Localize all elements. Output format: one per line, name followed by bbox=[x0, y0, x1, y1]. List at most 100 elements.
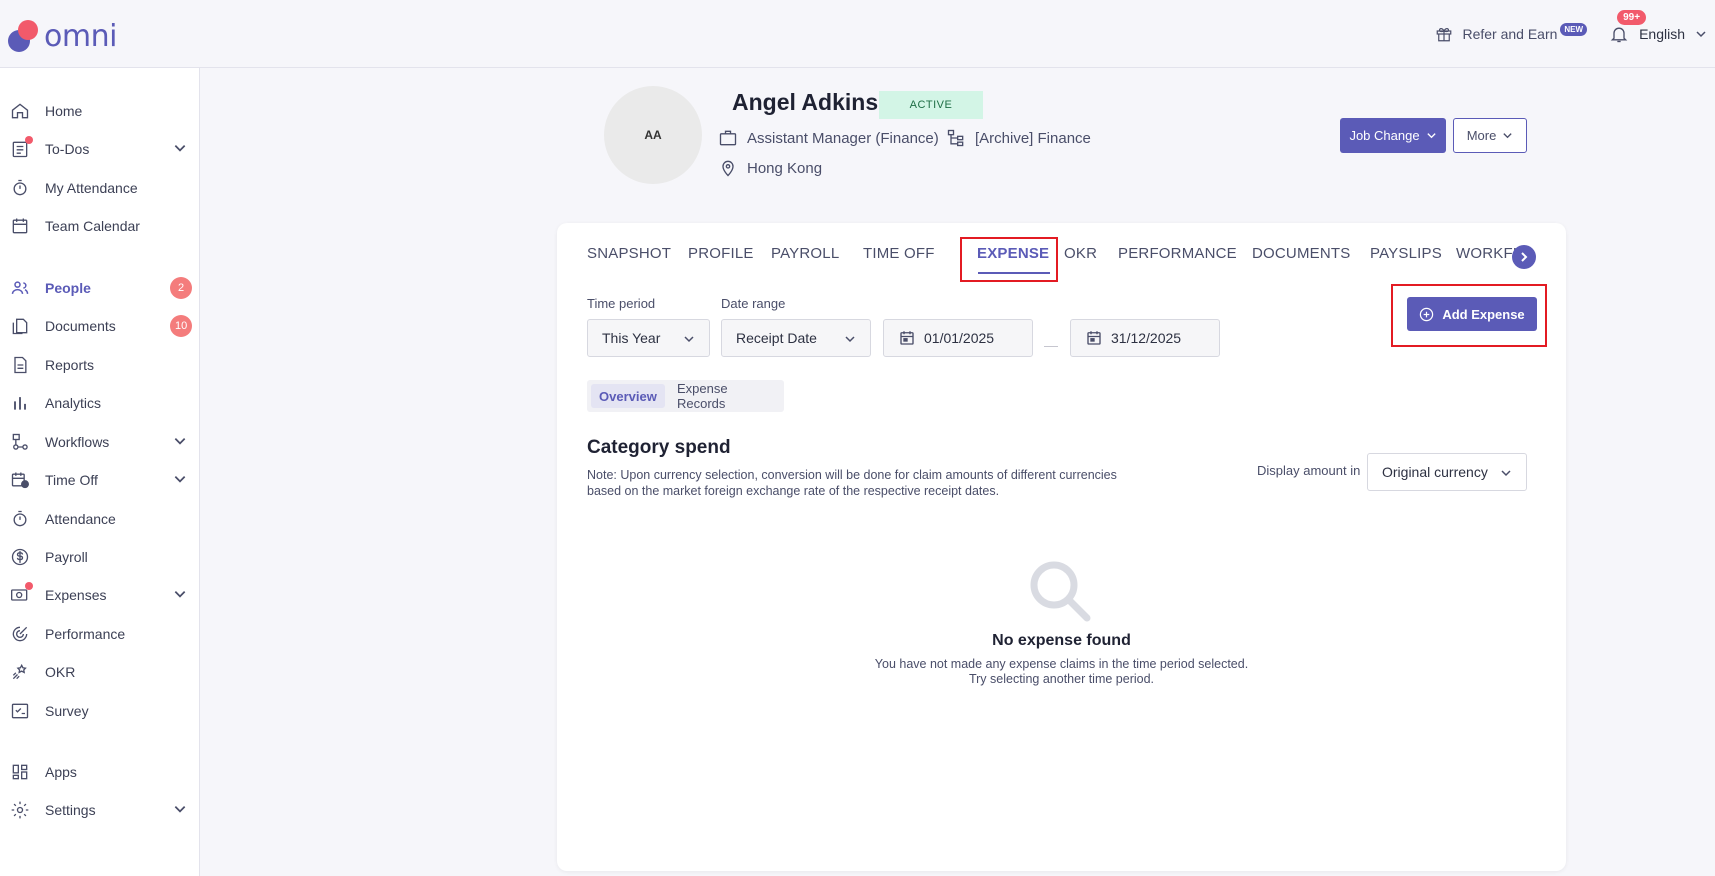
job-change-button[interactable]: Job Change bbox=[1340, 118, 1446, 153]
sidebar-item-home[interactable]: Home bbox=[0, 93, 199, 129]
chevron-down-icon bbox=[1501, 470, 1511, 477]
sidebar: Home To-Dos My Attendance Team Calendar … bbox=[0, 68, 200, 876]
empty-state-text: You have not made any expense claims in … bbox=[557, 657, 1566, 687]
time-period-value: This Year bbox=[602, 330, 661, 346]
sidebar-item-workflows[interactable]: Workflows bbox=[0, 424, 199, 460]
okr-icon bbox=[9, 661, 31, 683]
sidebar-item-label: Analytics bbox=[45, 395, 102, 411]
sidebar-item-label: People bbox=[45, 280, 91, 296]
employee-name: Angel Adkins bbox=[732, 89, 879, 115]
expense-card: SNAPSHOT PROFILE PAYROLL TIME OFF EXPENS… bbox=[557, 223, 1566, 871]
sidebar-item-label: My Attendance bbox=[45, 180, 138, 196]
report-icon bbox=[9, 354, 31, 376]
profile-tabs: SNAPSHOT PROFILE PAYROLL TIME OFF EXPENS… bbox=[587, 223, 1527, 285]
sidebar-item-label: Apps bbox=[45, 764, 77, 780]
calendar-icon bbox=[900, 331, 914, 345]
end-date-input[interactable]: 31/12/2025 bbox=[1070, 319, 1220, 357]
sidebar-item-performance[interactable]: Performance bbox=[0, 616, 199, 652]
currency-note-line-2: based on the market foreign exchange rat… bbox=[587, 484, 1000, 498]
notifications-button[interactable]: 99+ bbox=[1609, 10, 1647, 44]
sidebar-item-survey[interactable]: Survey bbox=[0, 693, 199, 729]
sidebar-item-label: Settings bbox=[45, 802, 96, 818]
currency-note: Note: Upon currency selection, conversio… bbox=[587, 467, 1147, 499]
survey-icon bbox=[9, 700, 31, 722]
sidebar-item-documents[interactable]: Documents 10 bbox=[0, 308, 199, 344]
date-range-value: Receipt Date bbox=[736, 330, 817, 346]
department-label: [Archive] Finance bbox=[975, 129, 1091, 147]
sidebar-item-todos[interactable]: To-Dos bbox=[0, 131, 199, 167]
sidebar-item-expenses[interactable]: Expenses bbox=[0, 577, 199, 613]
position-info: Assistant Manager (Finance) bbox=[718, 128, 939, 148]
chevron-down-icon bbox=[174, 438, 186, 445]
briefcase-icon bbox=[719, 130, 737, 146]
org-chart-icon bbox=[947, 129, 964, 147]
stopwatch-icon bbox=[9, 508, 31, 530]
time-period-label: Time period bbox=[587, 296, 656, 311]
location-pin-icon bbox=[722, 160, 734, 177]
sidebar-item-label: Workflows bbox=[45, 434, 110, 450]
avatar: AA bbox=[604, 86, 702, 184]
more-button[interactable]: More bbox=[1453, 118, 1527, 153]
calendar-icon bbox=[1087, 331, 1101, 345]
sidebar-item-okr[interactable]: OKR bbox=[0, 654, 199, 690]
category-spend-title: Category spend bbox=[587, 437, 731, 458]
chevron-down-icon bbox=[174, 145, 186, 152]
omni-logo[interactable]: omni bbox=[8, 20, 117, 54]
currency-note-line-1: Note: Upon currency selection, conversio… bbox=[587, 468, 1117, 482]
sidebar-item-label: Payroll bbox=[45, 549, 88, 565]
performance-icon bbox=[9, 623, 31, 645]
sidebar-item-reports[interactable]: Reports bbox=[0, 347, 199, 383]
tab-performance[interactable]: PERFORMANCE bbox=[1118, 245, 1237, 262]
end-date-value: 31/12/2025 bbox=[1111, 330, 1182, 346]
tab-okr[interactable]: OKR bbox=[1064, 245, 1097, 262]
tab-snapshot[interactable]: SNAPSHOT bbox=[587, 245, 671, 262]
sidebar-item-settings[interactable]: Settings bbox=[0, 792, 199, 828]
language-selector[interactable]: English bbox=[1639, 26, 1707, 42]
sidebar-item-apps[interactable]: Apps bbox=[0, 754, 199, 790]
chevron-down-icon bbox=[1503, 133, 1512, 139]
sidebar-item-label: Survey bbox=[45, 703, 89, 719]
sidebar-item-label: OKR bbox=[45, 664, 76, 680]
tab-profile[interactable]: PROFILE bbox=[688, 245, 754, 262]
empty-state-line-2: Try selecting another time period. bbox=[968, 672, 1155, 686]
sidebar-item-team-calendar[interactable]: Team Calendar bbox=[0, 208, 199, 244]
sidebar-item-my-attendance[interactable]: My Attendance bbox=[0, 170, 199, 206]
bell-icon bbox=[1610, 27, 1628, 43]
sidebar-item-label: Expenses bbox=[45, 587, 107, 603]
tabs-scroll-next-button[interactable] bbox=[1512, 245, 1536, 269]
chevron-down-icon bbox=[684, 336, 694, 343]
subtab-expense-records[interactable]: Expense Records bbox=[669, 381, 784, 411]
tab-payroll[interactable]: PAYROLL bbox=[771, 245, 839, 262]
logo-text: omni bbox=[44, 19, 117, 54]
location-label: Hong Kong bbox=[747, 159, 823, 177]
sidebar-item-attendance[interactable]: Attendance bbox=[0, 501, 199, 537]
date-separator: — bbox=[1044, 337, 1058, 353]
refer-and-earn-link[interactable]: Refer and Earn NEW bbox=[1435, 22, 1588, 43]
subtab-overview[interactable]: Overview bbox=[591, 384, 665, 408]
documents-count-badge: 10 bbox=[170, 315, 193, 337]
dollar-icon bbox=[9, 546, 31, 568]
top-bar: omni Refer and Earn NEW 99+ English bbox=[0, 0, 1715, 68]
date-range-select[interactable]: Receipt Date bbox=[721, 319, 871, 357]
tab-time-off[interactable]: TIME OFF bbox=[863, 245, 935, 262]
empty-state-line-1: You have not made any expense claims in … bbox=[874, 657, 1249, 671]
documents-icon bbox=[9, 315, 31, 337]
home-icon bbox=[9, 100, 31, 122]
sidebar-item-time-off[interactable]: Time Off bbox=[0, 462, 199, 498]
sidebar-item-analytics[interactable]: Analytics bbox=[0, 385, 199, 421]
sidebar-item-payroll[interactable]: Payroll bbox=[0, 539, 199, 575]
sidebar-item-label: Documents bbox=[45, 318, 116, 334]
workflow-icon bbox=[9, 431, 31, 453]
empty-state-title: No expense found bbox=[992, 632, 1131, 649]
search-empty-icon bbox=[1030, 561, 1091, 622]
tab-documents[interactable]: DOCUMENTS bbox=[1252, 245, 1350, 262]
start-date-input[interactable]: 01/01/2025 bbox=[883, 319, 1033, 357]
tab-payslips[interactable]: PAYSLIPS bbox=[1370, 245, 1442, 262]
notification-count-badge: 99+ bbox=[1617, 10, 1647, 25]
sidebar-item-label: To-Dos bbox=[45, 141, 90, 157]
sidebar-item-people[interactable]: People 2 bbox=[0, 270, 199, 306]
apps-icon bbox=[9, 761, 31, 783]
time-period-select[interactable]: This Year bbox=[587, 319, 710, 357]
date-range-label: Date range bbox=[721, 296, 786, 311]
currency-select[interactable]: Original currency bbox=[1367, 453, 1527, 491]
